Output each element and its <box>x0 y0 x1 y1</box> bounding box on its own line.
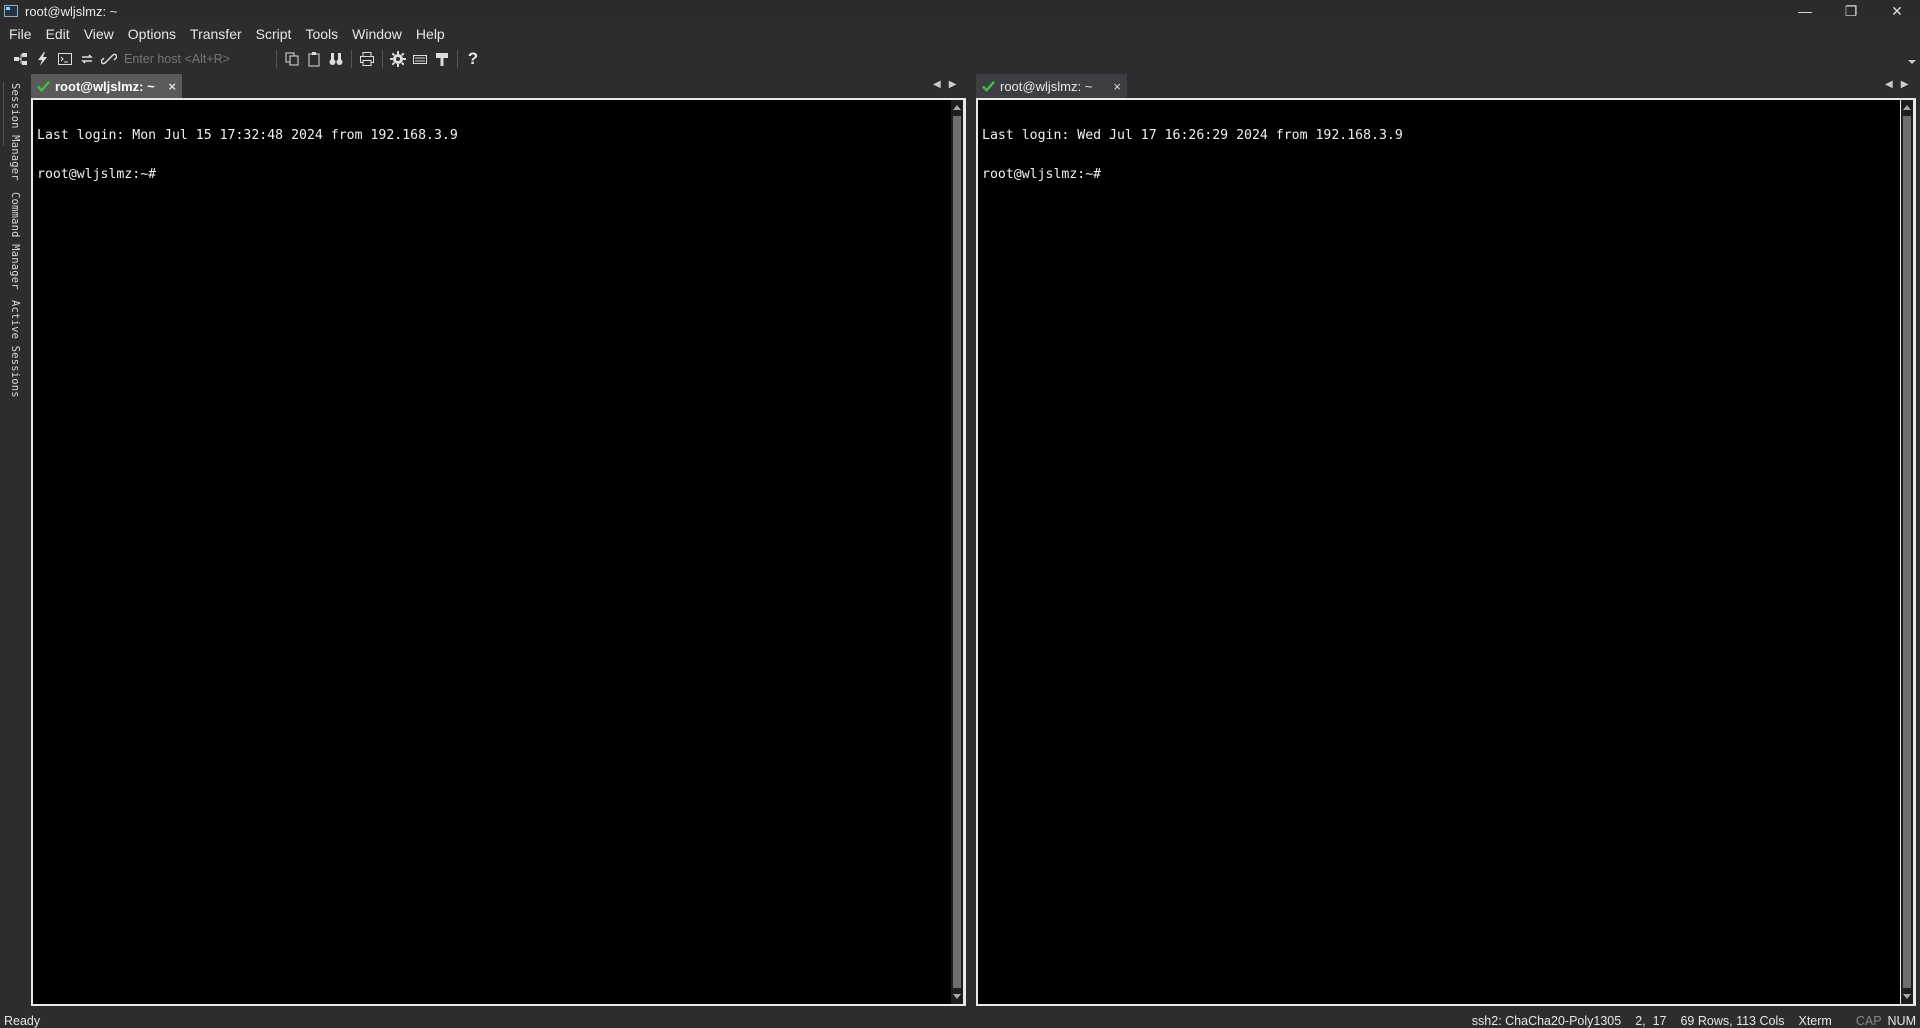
sftp-icon[interactable] <box>431 48 453 70</box>
scroll-down-icon[interactable] <box>953 994 961 999</box>
title-bar: root@wljslmz: ~ — ❐ ✕ <box>0 0 1920 22</box>
tab-scroll-left-icon[interactable]: ◀ <box>1885 79 1893 90</box>
session-tab-label: root@wljslmz: ~ <box>55 78 155 94</box>
session-tab[interactable]: root@wljslmz: ~ × <box>31 74 182 98</box>
session-tab[interactable]: root@wljslmz: ~ × <box>976 74 1127 98</box>
status-cipher: ssh2: ChaCha20-Poly1305 <box>1471 1014 1622 1028</box>
side-panel-tabs: Session Manager Command Manager Active S… <box>0 76 26 1006</box>
status-terminal-size: 69 Rows, 113 Cols <box>1680 1014 1785 1028</box>
scrollbar-thumb[interactable] <box>953 116 961 988</box>
status-num-lock: NUM <box>1887 1014 1916 1028</box>
menu-options[interactable]: Options <box>128 26 176 42</box>
disconnect-icon[interactable] <box>98 48 120 70</box>
copy-icon[interactable] <box>281 48 303 70</box>
terminal-output: Last login: Mon Jul 15 17:32:48 2024 fro… <box>37 103 458 207</box>
reconnect-icon[interactable] <box>76 48 98 70</box>
toolbar-separator <box>457 50 458 68</box>
tab-bar: root@wljslmz: ~ × ◀ ▶ <box>31 74 966 98</box>
terminal-line: Last login: Wed Jul 17 16:26:29 2024 fro… <box>982 128 1403 143</box>
close-tab-icon[interactable]: × <box>1113 79 1121 94</box>
quick-connect-icon[interactable] <box>32 48 54 70</box>
scroll-up-icon[interactable] <box>1903 105 1911 110</box>
window-controls: — ❐ ✕ <box>1782 0 1920 22</box>
terminal-prompt: root@wljslmz:~# <box>37 167 157 182</box>
toolbar-overflow-icon[interactable] <box>1908 60 1916 64</box>
toolbar-separator <box>276 50 277 68</box>
menu-script[interactable]: Script <box>256 26 292 42</box>
toolbar-separator <box>382 50 383 68</box>
toolbar: ? <box>0 46 1920 72</box>
menu-tools[interactable]: Tools <box>305 26 338 42</box>
close-button[interactable]: ✕ <box>1874 0 1920 22</box>
connect-shell-icon[interactable] <box>54 48 76 70</box>
connect-icon[interactable] <box>10 48 32 70</box>
tab-scroll-right-icon[interactable]: ▶ <box>949 79 957 90</box>
minimize-button[interactable]: — <box>1782 0 1828 22</box>
menu-transfer[interactable]: Transfer <box>190 26 242 42</box>
print-icon[interactable] <box>356 48 378 70</box>
terminal-frame: Last login: Wed Jul 17 16:26:29 2024 fro… <box>976 98 1916 1006</box>
session-pane-right: root@wljslmz: ~ × ◀ ▶ Last login: Wed Ju… <box>976 74 1916 1006</box>
side-tab-command-manager[interactable]: Command Manager <box>5 192 21 290</box>
terminal-output: Last login: Wed Jul 17 16:26:29 2024 fro… <box>982 103 1403 207</box>
scrollbar-thumb[interactable] <box>1903 116 1911 988</box>
check-icon <box>37 80 50 92</box>
menu-view[interactable]: View <box>84 26 114 42</box>
status-cursor-position: 2, 17 <box>1635 1014 1667 1028</box>
tab-scroll-arrows: ◀ ▶ <box>1885 79 1908 90</box>
terminal[interactable]: Last login: Mon Jul 15 17:32:48 2024 fro… <box>33 100 951 1004</box>
app-icon <box>4 5 18 17</box>
status-bar: Ready ssh2: ChaCha20-Poly1305 2, 17 69 R… <box>0 1009 1920 1028</box>
terminal-line: Last login: Mon Jul 15 17:32:48 2024 fro… <box>37 128 458 143</box>
status-indicators: ssh2: ChaCha20-Poly1305 2, 17 69 Rows, 1… <box>1458 1014 1920 1028</box>
status-terminal-type: Xterm <box>1798 1014 1832 1028</box>
menu-file[interactable]: File <box>9 26 32 42</box>
side-tab-divider <box>3 82 4 146</box>
keymap-icon[interactable] <box>409 48 431 70</box>
terminal-scrollbar[interactable] <box>951 100 963 1004</box>
terminal-prompt: root@wljslmz:~# <box>982 167 1102 182</box>
scroll-down-icon[interactable] <box>1903 994 1911 999</box>
side-tab-session-manager[interactable]: Session Manager <box>5 83 21 181</box>
check-icon <box>982 80 995 92</box>
close-tab-icon[interactable]: × <box>168 79 176 94</box>
scroll-up-icon[interactable] <box>953 105 961 110</box>
host-input[interactable] <box>122 49 266 69</box>
tab-scroll-right-icon[interactable]: ▶ <box>1901 79 1909 90</box>
tab-bar: root@wljslmz: ~ × ◀ ▶ <box>976 74 1916 98</box>
paste-icon[interactable] <box>303 48 325 70</box>
status-ready: Ready <box>4 1014 41 1028</box>
restore-button[interactable]: ❐ <box>1828 0 1874 22</box>
help-icon[interactable]: ? <box>462 48 484 70</box>
menu-edit[interactable]: Edit <box>46 26 70 42</box>
tab-scroll-arrows: ◀ ▶ <box>933 79 956 90</box>
session-tab-label: root@wljslmz: ~ <box>1000 78 1093 94</box>
terminal-frame: Last login: Mon Jul 15 17:32:48 2024 fro… <box>31 98 966 1006</box>
session-pane-left: root@wljslmz: ~ × ◀ ▶ Last login: Mon Ju… <box>31 74 966 1006</box>
settings-icon[interactable] <box>387 48 409 70</box>
side-tab-active-sessions[interactable]: Active Sessions <box>5 300 21 398</box>
window-title: root@wljslmz: ~ <box>25 3 118 19</box>
menu-window[interactable]: Window <box>352 26 402 42</box>
tab-scroll-left-icon[interactable]: ◀ <box>933 79 941 90</box>
status-caps-lock: CAP <box>1855 1014 1882 1028</box>
menu-help[interactable]: Help <box>416 26 445 42</box>
toolbar-separator <box>351 50 352 68</box>
terminal[interactable]: Last login: Wed Jul 17 16:26:29 2024 fro… <box>978 100 1900 1004</box>
menu-bar: File Edit View Options Transfer Script T… <box>0 22 1920 46</box>
terminal-scrollbar[interactable] <box>1901 100 1913 1004</box>
find-icon[interactable] <box>325 48 347 70</box>
